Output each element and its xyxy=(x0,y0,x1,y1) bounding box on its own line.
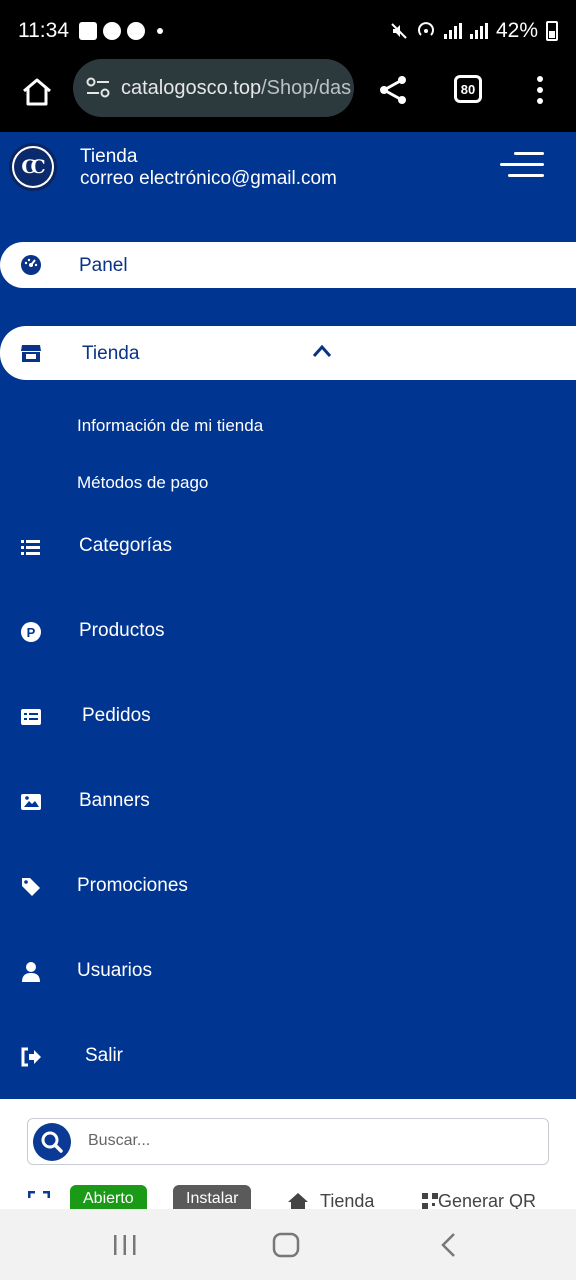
status-time: 11:34 xyxy=(18,19,69,42)
store-icon xyxy=(21,345,41,362)
image-icon xyxy=(21,794,41,810)
search-input[interactable]: Buscar... xyxy=(88,1132,150,1150)
store-logo: CC xyxy=(9,143,57,191)
logo-letters: CC xyxy=(14,148,52,186)
menu-item-panel[interactable]: Panel xyxy=(0,242,576,288)
mute-icon xyxy=(391,23,407,39)
menu-item-usuarios[interactable]: Usuarios xyxy=(0,952,576,992)
scan-icon[interactable] xyxy=(28,1191,50,1209)
status-bar: 11:34 42% xyxy=(0,0,576,62)
submenu-metodos-pago[interactable]: Métodos de pago xyxy=(77,473,208,493)
signal-icon-1 xyxy=(443,23,462,39)
menu-item-categorias[interactable]: Categorías xyxy=(0,527,576,567)
qr-icon xyxy=(422,1193,438,1209)
chevron-up-icon[interactable] xyxy=(312,344,332,358)
search-button[interactable] xyxy=(33,1123,71,1161)
generate-qr-link[interactable]: Generar QR xyxy=(438,1191,536,1209)
menu-label-categorias: Categorías xyxy=(79,535,172,556)
menu-label-banners: Banners xyxy=(79,790,150,811)
menu-label-tienda: Tienda xyxy=(82,343,140,364)
facebook-notification-icon xyxy=(103,22,121,40)
menu-label-panel: Panel xyxy=(79,255,128,276)
system-nav-bar xyxy=(0,1209,576,1280)
home-link-icon xyxy=(288,1193,308,1209)
tab-switcher-button[interactable]: 80 xyxy=(454,75,482,103)
signal-icon-2 xyxy=(469,23,488,39)
overflow-menu-icon[interactable] xyxy=(536,76,544,104)
menu-toggle-icon[interactable] xyxy=(500,152,544,178)
battery-percent: 42% xyxy=(495,19,538,42)
menu-label-pedidos: Pedidos xyxy=(82,705,151,726)
hotspot-icon xyxy=(418,22,434,36)
menu-item-banners[interactable]: Banners xyxy=(0,782,576,822)
site-settings-icon[interactable] xyxy=(85,77,111,99)
menu-item-pedidos[interactable]: Pedidos xyxy=(0,697,576,737)
share-icon[interactable] xyxy=(378,74,408,106)
orders-icon xyxy=(21,709,41,725)
install-button[interactable]: Instalar xyxy=(173,1185,252,1209)
store-link[interactable]: Tienda xyxy=(320,1191,374,1209)
store-name: Tienda xyxy=(80,146,138,167)
list-icon xyxy=(21,540,40,555)
url-bar[interactable]: catalogosco.top/Shop/das xyxy=(73,59,354,117)
page-bottom-bar: Buscar... Abierto Instalar Tienda Genera… xyxy=(0,1099,576,1209)
home-icon[interactable] xyxy=(20,75,54,109)
logout-icon xyxy=(21,1047,41,1067)
submenu-info-tienda[interactable]: Información de mi tienda xyxy=(77,416,263,436)
whatsapp-notification-icon xyxy=(127,22,145,40)
battery-icon xyxy=(546,21,558,41)
menu-label-salir: Salir xyxy=(85,1045,124,1066)
recent-apps-icon[interactable] xyxy=(112,1233,138,1257)
menu-item-promociones[interactable]: Promociones xyxy=(0,867,576,907)
tag-icon xyxy=(22,878,40,896)
menu-label-productos: Productos xyxy=(79,620,165,641)
search-box[interactable]: Buscar... xyxy=(27,1118,549,1165)
open-status-badge: Abierto xyxy=(70,1185,147,1209)
menu-item-productos[interactable]: P Productos xyxy=(0,612,576,652)
user-icon xyxy=(22,962,40,982)
url-host: catalogosco.top xyxy=(121,76,262,99)
more-notifications-icon xyxy=(157,28,163,34)
tab-count: 80 xyxy=(460,81,476,97)
gallery-notification-icon xyxy=(79,22,97,40)
menu-item-salir[interactable]: Salir xyxy=(0,1037,576,1077)
home-nav-icon[interactable] xyxy=(272,1232,300,1258)
menu-label-usuarios: Usuarios xyxy=(77,960,152,981)
store-email: correo electrónico@gmail.com xyxy=(80,168,337,189)
dashboard-icon xyxy=(21,255,41,275)
svg-text:P: P xyxy=(27,625,36,640)
product-icon: P xyxy=(21,622,41,642)
menu-item-tienda[interactable]: Tienda xyxy=(0,326,576,380)
menu-label-promociones: Promociones xyxy=(77,875,188,896)
url-path: /Shop/das xyxy=(261,76,352,99)
search-icon xyxy=(41,1131,63,1153)
back-icon[interactable] xyxy=(438,1231,458,1259)
